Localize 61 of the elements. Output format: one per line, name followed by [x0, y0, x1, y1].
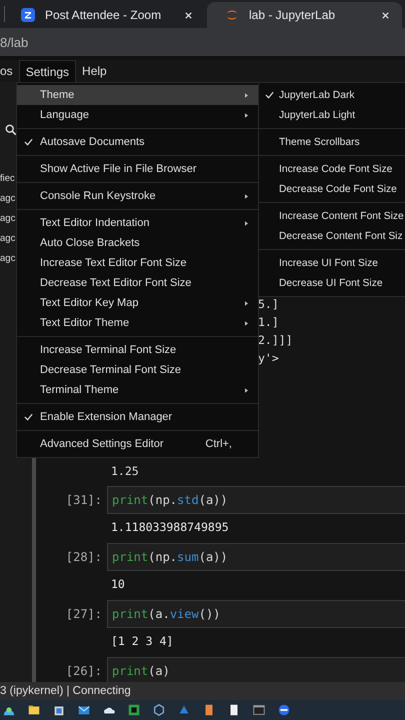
cell-output: 10 — [111, 576, 125, 592]
menu-item[interactable]: Increase Terminal Font Size — [17, 340, 258, 360]
menu-item[interactable]: Advanced Settings Editor Ctrl+, — [17, 434, 258, 454]
menu-item[interactable]: Increase Content Font Size — [259, 206, 405, 226]
menu-item[interactable]: Language — [17, 105, 258, 125]
terminal-icon[interactable] — [252, 703, 266, 717]
cell-prompt: [31]: — [64, 493, 103, 507]
menu-item[interactable]: Auto Close Brackets — [17, 233, 258, 253]
menu-item[interactable]: Decrease UI Font Size — [259, 273, 405, 293]
menu-item[interactable]: Decrease Terminal Font Size — [17, 360, 258, 380]
cube-icon[interactable] — [152, 703, 166, 717]
tab-title: lab - JupyterLab — [249, 8, 336, 22]
close-icon[interactable] — [184, 10, 193, 20]
menu-item[interactable]: Text Editor Key Map — [17, 293, 258, 313]
menu-item[interactable]: Text Editor Indentation — [17, 213, 258, 233]
tab-title: Post Attendee - Zoom — [45, 8, 162, 22]
output-line: y'> — [258, 350, 280, 367]
app-icon[interactable] — [277, 703, 291, 717]
menu-item[interactable]: Decrease Code Font Size — [259, 179, 405, 199]
menu-item[interactable]: JupyterLab Dark — [259, 85, 405, 105]
menu-item[interactable]: Increase Code Font Size — [259, 159, 405, 179]
code-cell[interactable]: print(a.view()) — [107, 600, 405, 628]
file-modified-text: agc — [0, 232, 16, 246]
file-modified-text: agc — [0, 212, 16, 226]
folder-icon[interactable] — [27, 703, 41, 717]
menu-bar-item[interactable]: Settings — [18, 60, 76, 82]
menu-item[interactable]: Increase UI Font Size — [259, 253, 405, 273]
address-field[interactable]: 8/lab — [0, 32, 28, 52]
menu-item[interactable]: Theme Scrollbars — [259, 132, 405, 152]
close-icon[interactable] — [381, 10, 390, 20]
cell-prompt: [27]: — [64, 607, 103, 621]
menu-item[interactable]: Theme — [17, 85, 258, 105]
cell-output: [1 2 3 4] — [111, 633, 174, 649]
menu-item[interactable]: Terminal Theme — [17, 380, 258, 400]
output-line: 1.] — [258, 314, 280, 331]
code-cell[interactable]: print(a) — [107, 657, 405, 682]
code-cell[interactable]: print(np.std(a)) — [107, 486, 405, 514]
output-line: 2.]]] — [258, 332, 294, 349]
menu-item[interactable]: Enable Extension Manager — [17, 407, 258, 427]
cell-prompt: [26]: — [64, 664, 103, 678]
file-modified-text: fiec — [0, 172, 15, 186]
menu-item[interactable]: JupyterLab Light — [259, 105, 405, 125]
cell-output: 1.118033988749895 — [111, 519, 229, 535]
status-text: 3 (ipykernel) | Connecting — [0, 685, 131, 697]
file-modified-text: agc — [0, 192, 16, 206]
menu-item[interactable]: Show Active File in File Browser — [17, 159, 258, 179]
menu-item[interactable]: Autosave Documents — [17, 132, 258, 152]
menu-item[interactable]: Increase Text Editor Font Size — [17, 253, 258, 273]
menu-item[interactable]: Text Editor Theme — [17, 313, 258, 333]
file-modified-text: agc — [0, 252, 16, 266]
menu-bar-item[interactable]: os — [0, 60, 19, 82]
menu-bar-item[interactable]: Help — [76, 60, 113, 82]
menu-item[interactable]: Console Run Keystroke — [17, 186, 258, 206]
browser-tab[interactable]: lab - JupyterLab — [207, 2, 402, 28]
menu-item[interactable]: Decrease Content Font Siz — [259, 226, 405, 246]
output-line: 5.] — [258, 296, 280, 313]
menu-item[interactable]: Decrease Text Editor Font Size — [17, 273, 258, 293]
cell-output: 1.25 — [111, 464, 139, 478]
code-cell[interactable]: print(np.sum(a)) — [107, 543, 405, 571]
cell-prompt: [28]: — [64, 550, 103, 564]
search-icon[interactable] — [5, 124, 17, 136]
